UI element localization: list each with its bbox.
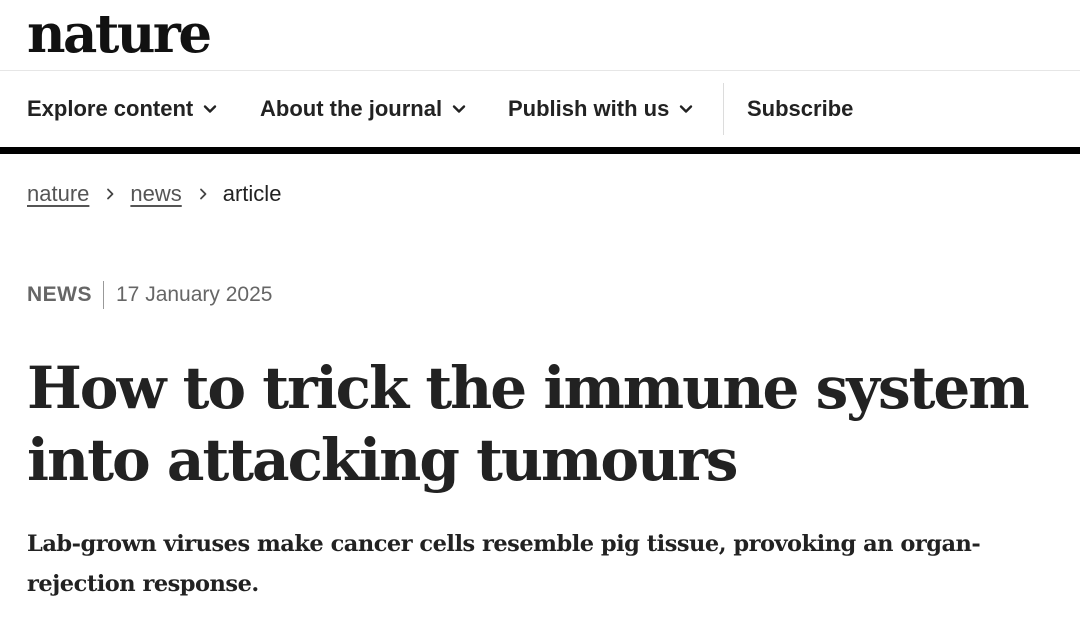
main-nav: Explore content About the journal Publis… [0,71,1080,147]
breadcrumb: nature news article [27,178,281,210]
site-header: nature [0,0,1080,71]
chevron-down-icon [680,105,693,113]
breadcrumb-link-news[interactable]: news [130,181,181,207]
article-meta: NEWS 17 January 2025 [27,280,272,310]
breadcrumb-link-nature[interactable]: nature [27,181,89,207]
nav-subscribe[interactable]: Subscribe [747,71,853,147]
article-title: How to trick the immune system into atta… [27,352,1057,496]
nav-about-the-journal[interactable]: About the journal [260,71,466,147]
nav-publish-with-us[interactable]: Publish with us [508,71,693,147]
chevron-right-icon [199,188,207,200]
nature-logo[interactable]: nature [27,0,212,74]
article-title-line-2: into attacking tumours [27,426,738,494]
nav-subscribe-label: Subscribe [747,96,854,121]
nav-about-the-journal-label: About the journal [260,96,443,121]
chevron-down-icon [204,105,217,113]
nav-explore-content-label: Explore content [27,96,194,121]
header-rule [0,147,1080,154]
breadcrumb-current: article [222,181,282,206]
nav-publish-with-us-label: Publish with us [508,96,670,121]
article-standfirst: Lab-grown viruses make cancer cells rese… [27,531,981,597]
nav-explore-content[interactable]: Explore content [27,71,217,147]
article-title-line-1: How to trick the immune system [27,354,1030,422]
article-date: 17 January 2025 [116,283,273,306]
chevron-right-icon [107,188,114,200]
article-type: NEWS [27,283,92,306]
chevron-down-icon [452,105,466,113]
meta-divider [103,281,104,309]
nav-divider [723,83,724,135]
